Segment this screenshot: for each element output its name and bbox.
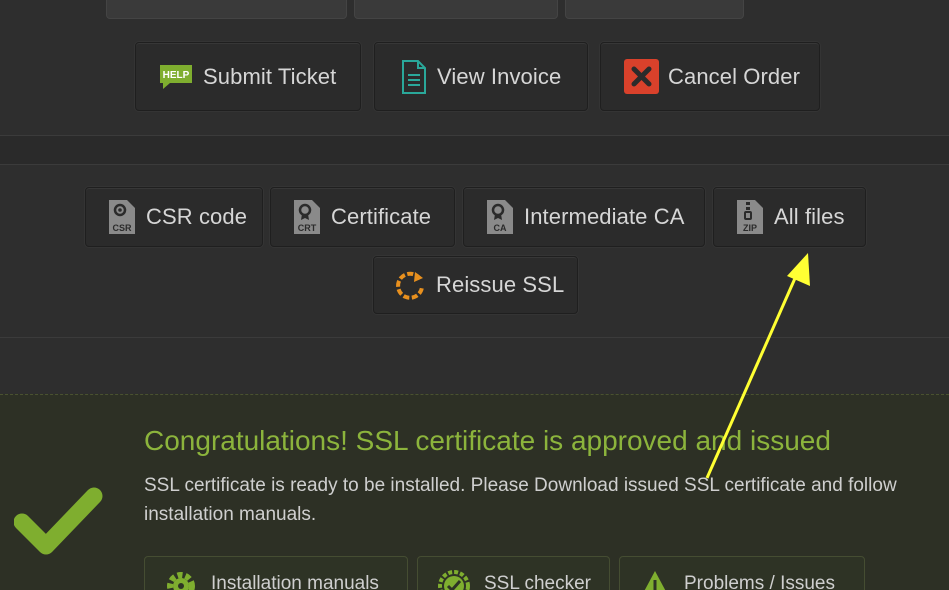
view-invoice-label: View Invoice bbox=[437, 63, 562, 89]
view-invoice-button[interactable]: View Invoice bbox=[374, 42, 588, 111]
separator-band bbox=[0, 136, 949, 164]
zip-badge-text: ZIP bbox=[743, 223, 757, 233]
crt-badge-text: CRT bbox=[298, 223, 317, 233]
csr-code-label: CSR code bbox=[146, 204, 248, 229]
reissue-ssl-label: Reissue SSL bbox=[436, 272, 565, 297]
ssl-checker-label: SSL checker bbox=[484, 573, 592, 590]
ca-badge-text: CA bbox=[494, 223, 507, 233]
top-tab-3[interactable] bbox=[565, 0, 744, 19]
crt-file-icon: CRT bbox=[292, 199, 322, 235]
cancel-order-button[interactable]: Cancel Order bbox=[600, 42, 820, 111]
submit-ticket-label: Submit Ticket bbox=[203, 63, 337, 89]
intermediate-ca-button[interactable]: CA Intermediate CA bbox=[463, 187, 705, 247]
reissue-ssl-button[interactable]: Reissue SSL bbox=[373, 256, 578, 314]
success-title: Congratulations! SSL certificate is appr… bbox=[144, 425, 831, 456]
zip-file-icon: ZIP bbox=[735, 199, 765, 235]
gear-wrench-icon bbox=[163, 568, 199, 590]
ssl-checker-button[interactable]: SSL checker bbox=[417, 556, 610, 590]
submit-ticket-button[interactable]: HELP Submit Ticket bbox=[135, 42, 361, 111]
top-tab-1[interactable] bbox=[106, 0, 347, 19]
divider bbox=[0, 337, 949, 338]
document-icon bbox=[400, 59, 428, 95]
all-files-button[interactable]: ZIP All files bbox=[713, 187, 866, 247]
divider bbox=[0, 164, 949, 165]
all-files-label: All files bbox=[774, 204, 845, 229]
problems-issues-label: Problems / Issues bbox=[684, 573, 835, 590]
intermediate-ca-label: Intermediate CA bbox=[524, 204, 685, 229]
installation-manuals-label: Installation manuals bbox=[211, 573, 379, 590]
help-badge-text: HELP bbox=[163, 70, 190, 81]
csr-code-button[interactable]: CSR CSR code bbox=[85, 187, 263, 247]
check-badge-icon bbox=[436, 568, 472, 590]
installation-manuals-button[interactable]: Installation manuals bbox=[144, 556, 408, 590]
problems-issues-button[interactable]: Problems / Issues bbox=[619, 556, 865, 590]
checkmark-icon bbox=[13, 486, 106, 563]
close-icon bbox=[624, 59, 659, 94]
ca-file-icon: CA bbox=[485, 199, 515, 235]
warning-icon bbox=[638, 568, 672, 590]
top-tab-2[interactable] bbox=[354, 0, 558, 19]
csr-file-icon: CSR bbox=[107, 199, 137, 235]
cancel-order-label: Cancel Order bbox=[668, 63, 801, 89]
top-tabs bbox=[0, 0, 949, 20]
refresh-icon bbox=[393, 268, 427, 302]
success-message: SSL certificate is ready to be installed… bbox=[144, 475, 897, 525]
csr-badge-text: CSR bbox=[112, 223, 132, 233]
ssl-order-page: HELP Submit Ticket View Invoice Cancel O… bbox=[0, 0, 949, 590]
help-icon: HELP bbox=[158, 62, 194, 92]
certificate-label: Certificate bbox=[331, 204, 432, 229]
certificate-button[interactable]: CRT Certificate bbox=[270, 187, 455, 247]
